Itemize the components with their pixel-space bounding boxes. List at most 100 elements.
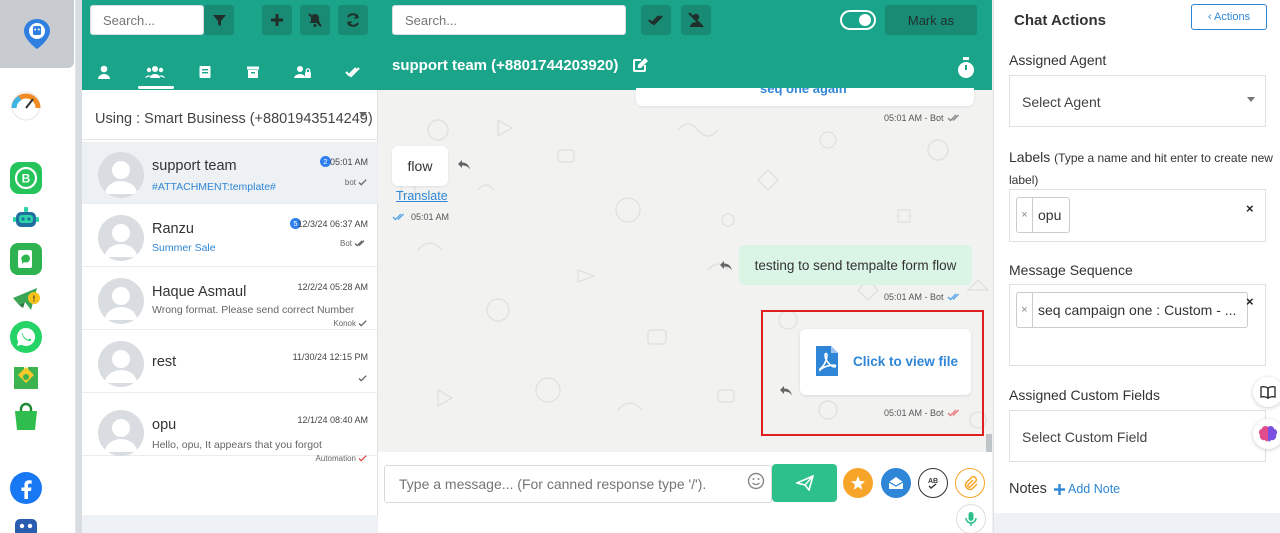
add-conversation-button[interactable] (262, 5, 292, 35)
remove-tag-icon[interactable]: × (1017, 293, 1033, 327)
conversation-item[interactable]: support team #ATTACHMENT:template# 2 05:… (82, 142, 378, 204)
guide-button[interactable] (1253, 377, 1280, 407)
email-template-button[interactable] (881, 468, 911, 498)
message-time-text: 05:01 AM - Bot (884, 292, 944, 302)
speedometer-app-icon[interactable] (10, 90, 42, 122)
whatsapp-app-icon[interactable] (10, 321, 42, 353)
conversation-search-input[interactable] (90, 5, 204, 35)
message-time: 05:01 AM - Bot (884, 408, 963, 418)
svg-text:B: B (22, 172, 31, 186)
mark-as-label: Mark as (907, 12, 955, 28)
chevron-down-icon[interactable] (359, 112, 367, 117)
app-rail: B ! (0, 0, 76, 533)
tab-archive[interactable] (236, 60, 270, 84)
custom-field-select[interactable]: Select Custom Field (1009, 410, 1266, 462)
timer-button[interactable] (956, 57, 976, 84)
mark-as-dropdown[interactable]: Mark as (885, 5, 977, 35)
outgoing-message-bubble[interactable]: testing to send tempalte form flow (739, 245, 972, 285)
message-text: flow (407, 158, 433, 174)
chat-scrollbar[interactable] (986, 434, 992, 452)
plus-icon (271, 14, 283, 26)
spell-check-button[interactable]: AB (918, 468, 948, 498)
assignee-label: bot (344, 178, 356, 187)
view-file-link[interactable]: Click to view file (853, 354, 958, 369)
add-note-button[interactable]: Add Note (1054, 482, 1120, 496)
user-lock-icon (294, 66, 311, 78)
telegram-send-app-icon[interactable]: ! (10, 283, 42, 315)
labels-heading: Labels (Type a name and hit enter to cre… (1009, 147, 1274, 191)
conversation-preview: Summer Sale (152, 242, 216, 254)
bot-toggle[interactable] (840, 10, 876, 30)
check-double-icon (648, 15, 663, 26)
shopping-bag-app-icon[interactable] (10, 401, 42, 433)
message-time-text: 05:01 AM - Bot (884, 113, 944, 123)
mark-resolved-button[interactable] (641, 5, 671, 35)
mute-notifications-button[interactable] (300, 5, 330, 35)
brand-logo[interactable] (0, 0, 74, 68)
canned-response-button[interactable] (843, 468, 873, 498)
file-message-bubble[interactable]: Click to view file (800, 329, 971, 395)
label-tag: × opu (1016, 197, 1070, 233)
message-time: 05:01 AM - Bot (884, 113, 963, 123)
translate-link[interactable]: Translate (396, 189, 448, 203)
incoming-message-bubble[interactable]: flow (392, 146, 448, 186)
label-tag-text: opu (1038, 207, 1062, 223)
ai-assistant-button[interactable] (1253, 419, 1280, 449)
svg-text:!: ! (33, 295, 36, 304)
pdf-file-icon (816, 346, 838, 376)
conversation-item[interactable]: opu Hello, opu, It appears that you forg… (82, 394, 378, 463)
message-search-input[interactable] (392, 5, 626, 35)
reply-button[interactable] (719, 259, 733, 277)
chat-bill-app-icon[interactable] (10, 243, 42, 275)
agent-select[interactable]: Select Agent (1009, 75, 1266, 127)
reply-button[interactable] (457, 158, 471, 176)
star-icon (851, 476, 865, 490)
tab-resolved[interactable] (336, 60, 370, 84)
message-input[interactable] (384, 465, 772, 503)
conversation-name: support team (152, 158, 237, 174)
conversation-item[interactable]: rest 11/30/24 12:15 PM (82, 331, 378, 393)
conversation-name: opu (152, 417, 177, 433)
unassign-button[interactable] (681, 5, 711, 35)
sequence-input[interactable]: × seq campaign one : Custom - ... × (1009, 284, 1266, 366)
message-sequence-label: Message Sequence (1009, 262, 1133, 278)
number-selector[interactable]: Using : Smart Business (+8801943514249) (82, 98, 378, 140)
conversation-name: rest (152, 354, 177, 370)
chatbot-app-icon[interactable] (10, 203, 42, 235)
conversation-item[interactable]: Haque Asmaul Wrong format. Please send c… (82, 268, 378, 330)
whatsapp-business-app-icon[interactable]: B (10, 162, 42, 194)
avatar (98, 215, 144, 261)
voice-record-button[interactable] (956, 504, 986, 533)
actions-back-button[interactable]: ‹ Actions (1191, 4, 1267, 30)
conversation-preview: #ATTACHMENT:template# (152, 181, 276, 193)
refresh-button[interactable] (338, 5, 368, 35)
tab-personal[interactable] (87, 60, 121, 84)
check-icon (358, 455, 367, 462)
facebook-app-icon[interactable] (10, 472, 42, 504)
labels-label: Labels (1009, 149, 1051, 165)
labels-input[interactable]: × opu × (1009, 189, 1266, 242)
reply-icon (720, 261, 732, 271)
assignee-label: Automation (315, 454, 356, 463)
chat-area: Mark as support team (+8801744203920) se… (378, 0, 992, 533)
puzzle-app-icon[interactable] (10, 361, 42, 393)
conversation-name: Ranzu (152, 221, 194, 237)
conversation-item[interactable]: Ranzu Summer Sale 5 12/3/24 06:37 AM Bot (82, 205, 378, 267)
filter-button[interactable] (204, 5, 234, 35)
tab-team[interactable] (138, 60, 172, 84)
tab-contacts-book[interactable] (188, 60, 222, 84)
remove-tag-icon[interactable]: × (1017, 198, 1033, 232)
message-bubble-partial[interactable]: seq one again (636, 88, 974, 106)
robot-app-icon[interactable] (10, 512, 42, 533)
tab-locked-users[interactable] (286, 60, 320, 84)
clear-labels-icon[interactable]: × (1246, 201, 1254, 216)
attachment-button[interactable] (955, 468, 985, 498)
clear-sequence-icon[interactable]: × (1246, 294, 1254, 309)
send-button[interactable] (772, 464, 837, 502)
conversation-panel: Using : Smart Business (+8801943514249) … (82, 0, 378, 533)
spell-check-icon: AB (928, 478, 938, 489)
emoji-button[interactable] (747, 472, 765, 495)
reply-button[interactable] (779, 384, 793, 402)
bell-slash-icon (308, 13, 322, 27)
edit-contact-button[interactable] (632, 57, 649, 78)
